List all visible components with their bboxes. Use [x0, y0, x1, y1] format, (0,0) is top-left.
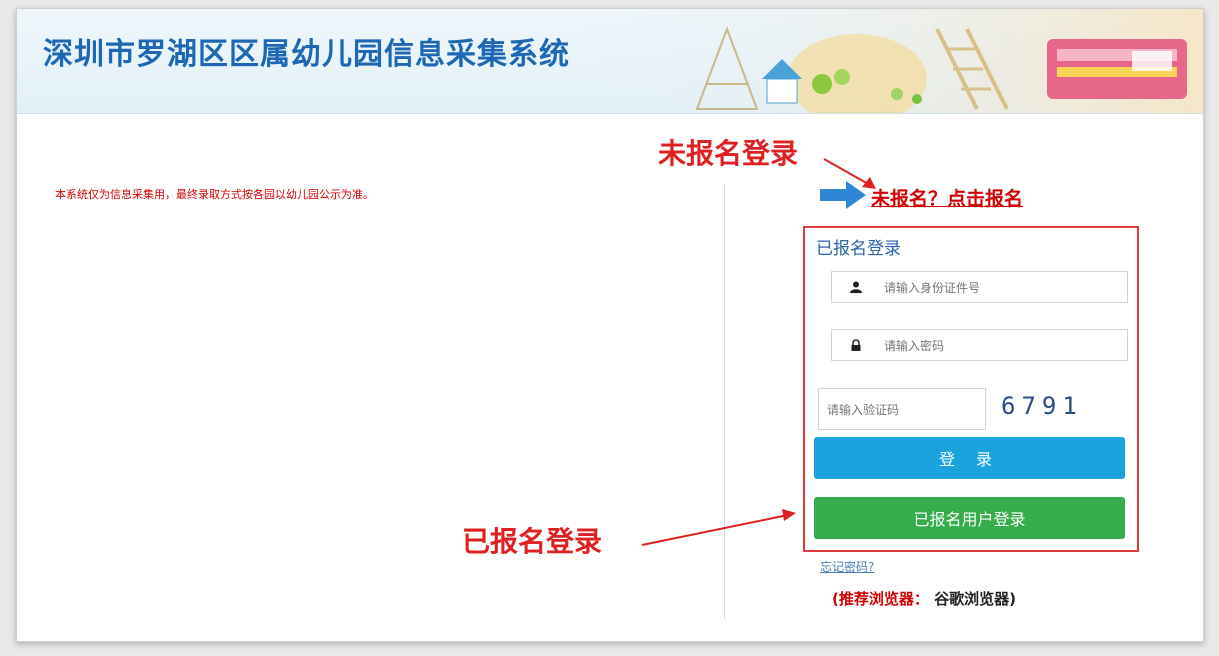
captcha-image[interactable]: 6791 — [1001, 392, 1083, 420]
login-title: 已报名登录 — [816, 239, 901, 259]
site-header: 深圳市罗湖区区属幼儿园信息采集系统 — [17, 9, 1203, 114]
recommend-label: (推荐浏览器： — [832, 590, 929, 608]
user-icon — [832, 272, 880, 302]
id-number-field — [831, 271, 1128, 304]
forgot-password-link[interactable]: 忘记密码? — [820, 558, 874, 575]
recommend-browser: 谷歌浏览器) — [934, 590, 1016, 608]
annotation-arrow-bottom — [641, 509, 796, 546]
captcha-input[interactable] — [825, 389, 983, 431]
login-button[interactable]: 登 录 — [814, 437, 1125, 479]
blue-arrow-icon — [820, 181, 866, 209]
lock-icon — [832, 330, 880, 360]
captcha-field — [818, 388, 986, 431]
vertical-divider — [724, 184, 725, 619]
id-number-input[interactable] — [882, 272, 1125, 304]
annotation-unregistered-login: 未报名登录 — [658, 137, 799, 170]
password-input[interactable] — [882, 330, 1125, 362]
registered-login-button[interactable]: 已报名用户登录 — [814, 497, 1125, 539]
browser-recommendation: (推荐浏览器： 谷歌浏览器) — [832, 588, 1016, 609]
site-title: 深圳市罗湖区区属幼儿园信息采集系统 — [43, 37, 570, 72]
register-link[interactable]: 未报名？点击报名 — [871, 184, 1023, 211]
system-notice: 本系统仅为信息采集用，最终录取方式按各园以幼儿园公示为准。 — [55, 188, 374, 201]
annotation-registered-login: 已报名登录 — [462, 525, 603, 558]
password-field — [831, 329, 1128, 362]
banner-illustration — [577, 9, 1203, 113]
